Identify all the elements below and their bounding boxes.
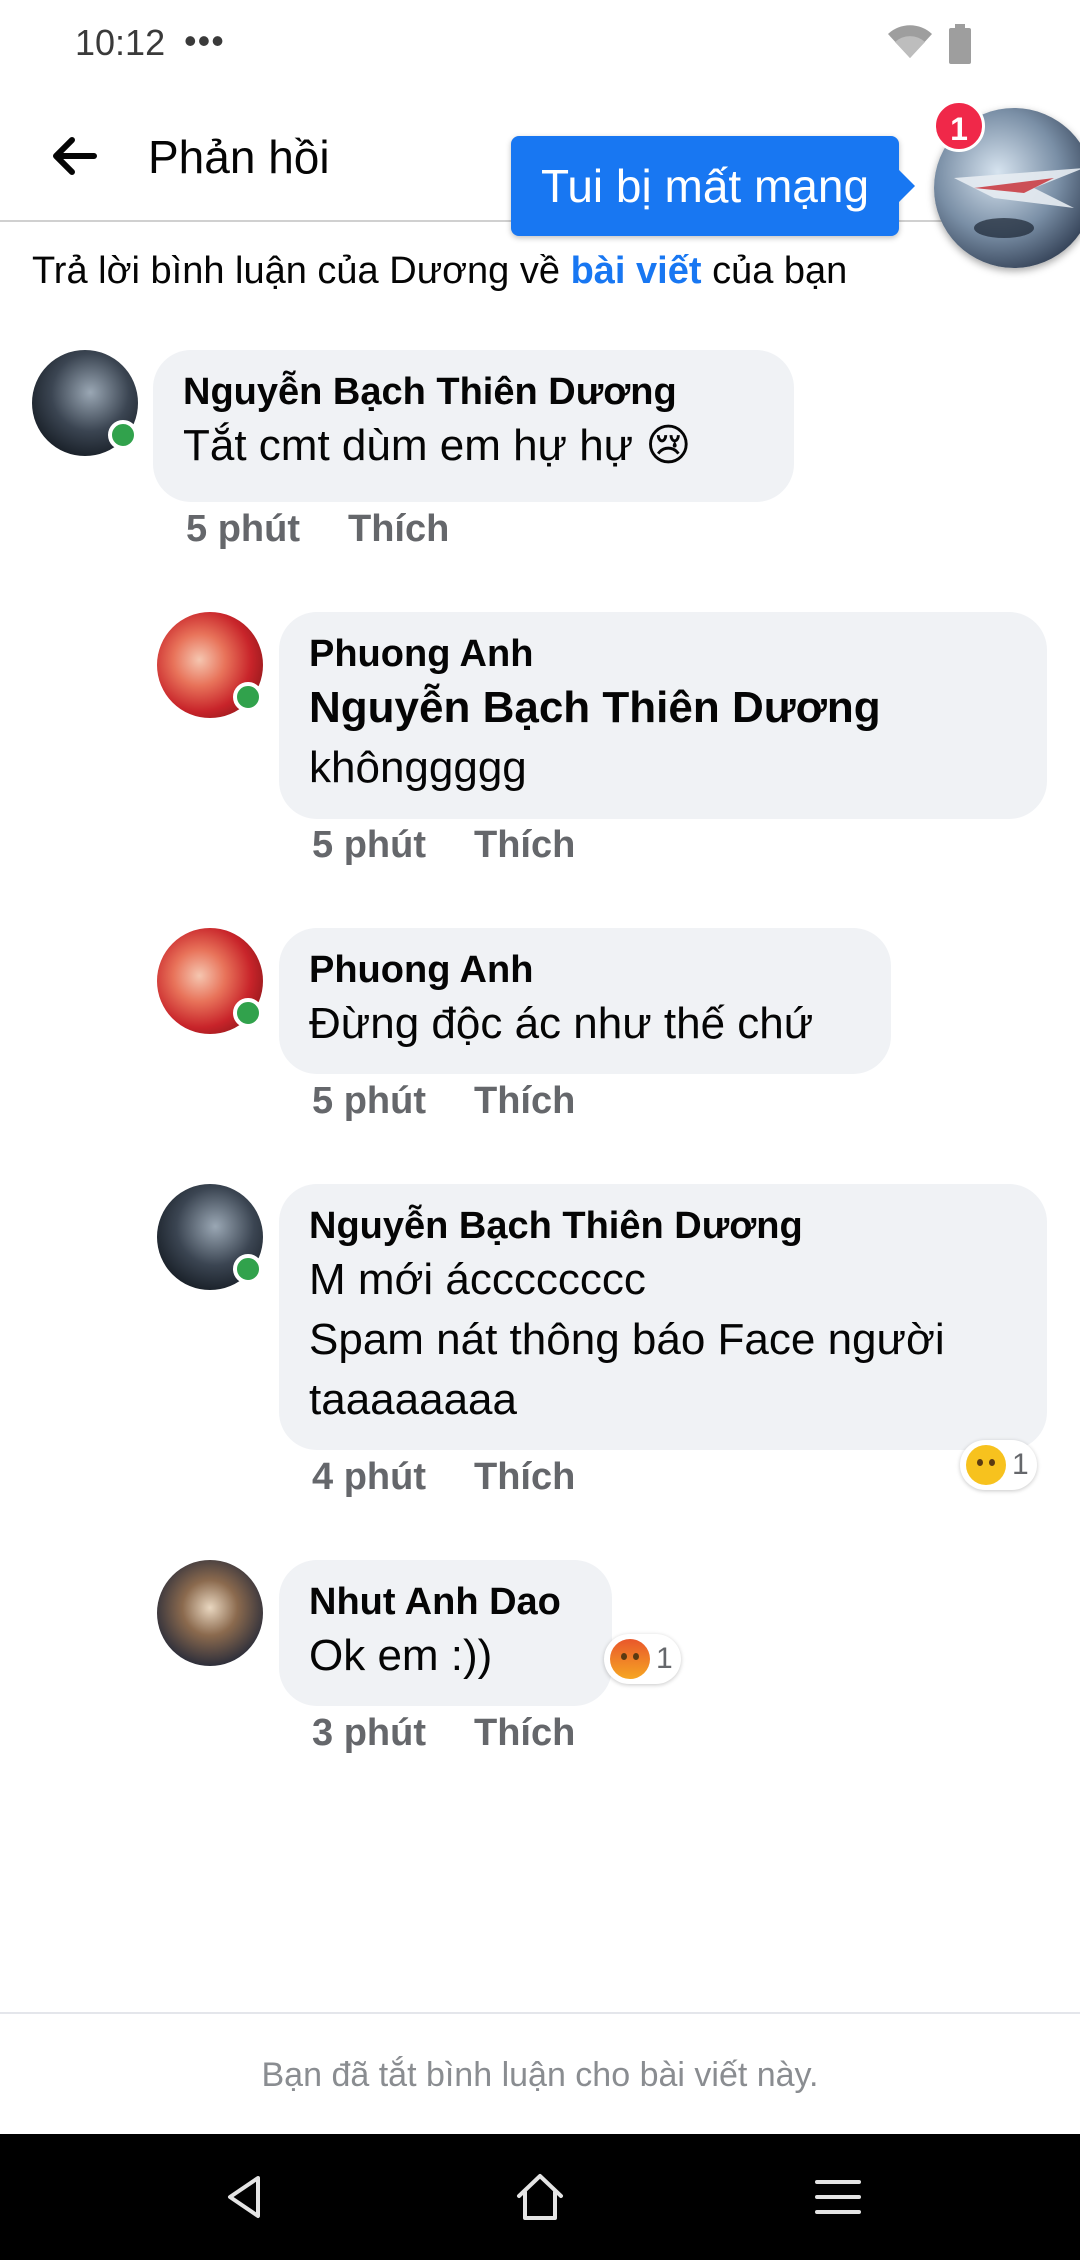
comment-time: 5 phút bbox=[186, 508, 300, 550]
comment-time: 3 phút bbox=[312, 1712, 426, 1754]
comments-disabled-notice: Bạn đã tắt bình luận cho bài viết này. bbox=[0, 2012, 1080, 2134]
like-button[interactable]: Thích bbox=[474, 1712, 575, 1754]
comment-text: Spam nát thông báo Face người bbox=[309, 1315, 945, 1364]
reaction-number: 1 bbox=[1012, 1448, 1029, 1481]
context-suffix: của bạn bbox=[701, 250, 848, 292]
comment-author[interactable]: Phuong Anh bbox=[309, 630, 1017, 678]
comment-author[interactable]: Nhut Anh Dao bbox=[309, 1578, 582, 1626]
comment-meta: 4 phút Thích bbox=[312, 1456, 575, 1499]
angry-reaction-icon bbox=[610, 1639, 650, 1679]
comment-bubble[interactable]: Phuong Anh Đừng độc ác như thế chứ bbox=[279, 928, 891, 1074]
comment-time: 4 phút bbox=[312, 1456, 426, 1498]
status-time: 10:12 bbox=[75, 22, 166, 63]
system-nav-bar bbox=[0, 2134, 1080, 2260]
comment-text: Ok em :)) bbox=[309, 1631, 493, 1680]
reaction-count[interactable]: 1 bbox=[604, 1634, 681, 1684]
reaction-count[interactable]: 1 bbox=[960, 1440, 1037, 1490]
comment-time: 5 phút bbox=[312, 824, 426, 866]
status-bar: 10:12 ••• bbox=[0, 0, 1080, 90]
comment-author[interactable]: Nguyễn Bạch Thiên Dương bbox=[309, 1202, 1017, 1250]
home-icon[interactable] bbox=[505, 2162, 575, 2232]
comment-author[interactable]: Phuong Anh bbox=[309, 946, 861, 994]
comment-bubble[interactable]: Phuong Anh Nguyễn Bạch Thiên Dương không… bbox=[279, 612, 1047, 819]
comment-author[interactable]: Nguyễn Bạch Thiên Dương bbox=[183, 368, 764, 416]
chat-head-tooltip[interactable]: Tui bị mất mạng bbox=[511, 136, 899, 236]
avatar[interactable] bbox=[157, 1560, 263, 1666]
comment-text: Đừng độc ác như thế chứ bbox=[309, 999, 814, 1048]
battery-icon bbox=[949, 24, 971, 64]
comment-meta: 5 phút Thích bbox=[312, 824, 575, 867]
comment-bubble[interactable]: Nguyễn Bạch Thiên Dương M mới ácccccccc … bbox=[279, 1184, 1047, 1450]
comment-meta: 5 phút Thích bbox=[312, 1080, 575, 1123]
reply-context: Trả lời bình luận của Dương về bài viết … bbox=[32, 250, 847, 293]
sad-reaction-icon bbox=[966, 1445, 1006, 1485]
online-status-dot bbox=[108, 420, 138, 450]
online-status-dot bbox=[233, 998, 263, 1028]
wifi-icon bbox=[888, 25, 932, 58]
mentioned-user[interactable]: Nguyễn Bạch Thiên Dương bbox=[309, 678, 1017, 738]
post-link[interactable]: bài viết bbox=[571, 250, 702, 292]
comment-bubble[interactable]: Nhut Anh Dao Ok em :)) bbox=[279, 1560, 612, 1706]
comment-time: 5 phút bbox=[312, 1080, 426, 1122]
like-button[interactable]: Thích bbox=[348, 508, 449, 550]
menu-icon[interactable] bbox=[803, 2162, 873, 2232]
context-prefix: Trả lời bình luận của Dương về bbox=[32, 250, 571, 292]
status-dots: ••• bbox=[184, 20, 225, 61]
comment-text: taaaaaaaa bbox=[309, 1375, 517, 1424]
reaction-number: 1 bbox=[656, 1642, 673, 1675]
online-status-dot bbox=[233, 682, 263, 712]
like-button[interactable]: Thích bbox=[474, 1080, 575, 1122]
like-button[interactable]: Thích bbox=[474, 1456, 575, 1498]
comment-text: M mới ácccccccc bbox=[309, 1255, 646, 1304]
comment-text: khônggggg bbox=[309, 743, 527, 792]
like-button[interactable]: Thích bbox=[474, 824, 575, 866]
back-triangle-icon[interactable] bbox=[208, 2162, 278, 2232]
comment-meta: 3 phút Thích bbox=[312, 1712, 575, 1755]
online-status-dot bbox=[233, 1254, 263, 1284]
comment-bubble[interactable]: Nguyễn Bạch Thiên Dương Tắt cmt dùm em h… bbox=[153, 350, 794, 502]
comment-text: Tắt cmt dùm em hự hự 😢 bbox=[183, 421, 692, 470]
chat-tooltip-arrow bbox=[899, 170, 915, 202]
page-title: Phản hồi bbox=[148, 131, 330, 183]
arrow-left-icon[interactable] bbox=[46, 128, 102, 184]
comment-meta: 5 phút Thích bbox=[186, 508, 449, 551]
notification-badge: 1 bbox=[933, 100, 985, 152]
